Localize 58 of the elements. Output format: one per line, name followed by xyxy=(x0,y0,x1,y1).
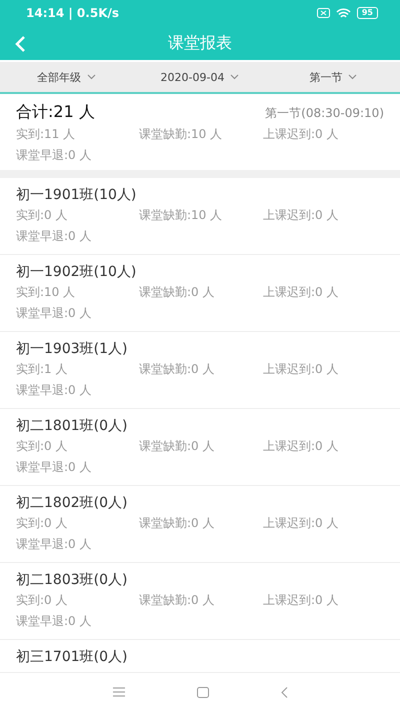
stat-text: 课堂缺勤:0 人 xyxy=(139,284,216,301)
stat-text: 课堂早退:0 人 xyxy=(16,228,92,245)
stat-text: 实到:1 人 xyxy=(16,361,68,378)
sim-icon xyxy=(316,8,330,18)
class-name: 初二1801班(0人) xyxy=(16,417,128,435)
class-card[interactable]: 初二1803班(0人) 实到:0 人 课堂缺勤:0 人 上课迟到:0 人 课堂早退:0 人 xyxy=(0,563,400,640)
stat-text: 课堂缺勤:0 人 xyxy=(139,361,216,378)
stat-text: 课堂早退:0 人 xyxy=(16,147,92,164)
stat-text: 上课迟到:0 人 xyxy=(263,592,340,609)
class-card[interactable]: 初一1902班(10人) 实到:10 人 课堂缺勤:0 人 上课迟到:0 人 课堂早退:0 人 xyxy=(0,255,400,332)
filter-dropdown[interactable]: 2020-09-04 xyxy=(133,62,267,92)
stat-text: 上课迟到:0 人 xyxy=(263,361,340,378)
back-nav-icon[interactable] xyxy=(280,686,288,698)
stat-text: 课堂早退:0 人 xyxy=(16,613,92,630)
chevron-down-icon xyxy=(348,74,358,80)
stat-text: 课堂缺勤:0 人 xyxy=(139,438,216,455)
total-count: 合计:21 人 xyxy=(16,102,95,123)
chevron-down-icon xyxy=(87,74,96,80)
stat-text: 实到:0 人 xyxy=(16,207,68,224)
stat-text: 实到:0 人 xyxy=(16,438,68,455)
status-time: 14:14 | 0.5K/s xyxy=(26,6,120,20)
class-card[interactable]: 初二1801班(0人) 实到:0 人 课堂缺勤:0 人 上课迟到:0 人 课堂早退:0 人 xyxy=(0,409,400,486)
stat-text: 上课迟到:0 人 xyxy=(263,207,340,224)
stat-text: 实到:0 人 xyxy=(16,592,68,609)
class-card[interactable]: 初一1903班(1人) 实到:1 人 课堂缺勤:0 人 上课迟到:0 人 课堂早退:0 人 xyxy=(0,332,400,409)
home-icon[interactable] xyxy=(196,686,208,698)
stat-text: 实到:11 人 xyxy=(16,126,76,143)
class-name: 初二1802班(0人) xyxy=(16,494,128,512)
stat-text: 实到:10 人 xyxy=(16,284,76,301)
stat-text: 课堂缺勤:10 人 xyxy=(139,126,224,143)
class-name: 初一1902班(10人) xyxy=(16,263,138,281)
stat-text: 上课迟到:0 人 xyxy=(263,284,340,301)
chevron-down-icon xyxy=(230,74,240,80)
stat-text: 课堂早退:0 人 xyxy=(16,382,92,399)
stat-text: 课堂缺勤:0 人 xyxy=(139,515,216,532)
stat-text: 课堂早退:0 人 xyxy=(16,305,92,322)
class-name: 初一1903班(1人) xyxy=(16,340,128,358)
stat-text: 课堂缺勤:0 人 xyxy=(139,592,216,609)
class-name: 初一1901班(10人) xyxy=(16,186,138,204)
stat-text: 课堂早退:0 人 xyxy=(16,459,92,476)
class-card[interactable]: 初二1802班(0人) 实到:0 人 课堂缺勤:0 人 上课迟到:0 人 课堂早退:0 人 xyxy=(0,486,400,563)
page-title: 课堂报表 xyxy=(168,32,232,54)
class-name: 初三1701班(0人) xyxy=(16,648,128,666)
filter-dropdown[interactable]: 全部年级 xyxy=(0,62,134,92)
battery-icon: 95 xyxy=(356,7,378,19)
stat-text: 上课迟到:0 人 xyxy=(263,438,340,455)
stat-text: 课堂缺勤:10 人 xyxy=(139,207,224,224)
period-label: 第一节(08:30-09:10) xyxy=(265,105,384,122)
class-card[interactable]: 初一1901班(10人) 实到:0 人 课堂缺勤:10 人 上课迟到:0 人 课堂早退:0 人 xyxy=(0,178,400,255)
class-name: 初二1803班(0人) xyxy=(16,571,128,589)
menu-icon[interactable] xyxy=(112,687,124,697)
class-card[interactable]: 初三1701班(0人) xyxy=(0,640,400,672)
wifi-icon xyxy=(336,8,351,18)
stat-text: 上课迟到:0 人 xyxy=(263,515,340,532)
stat-text: 课堂早退:0 人 xyxy=(16,536,92,553)
stat-text: 实到:0 人 xyxy=(16,515,68,532)
filter-dropdown[interactable]: 第一节 xyxy=(266,62,400,92)
stat-text: 上课迟到:0 人 xyxy=(263,126,340,143)
